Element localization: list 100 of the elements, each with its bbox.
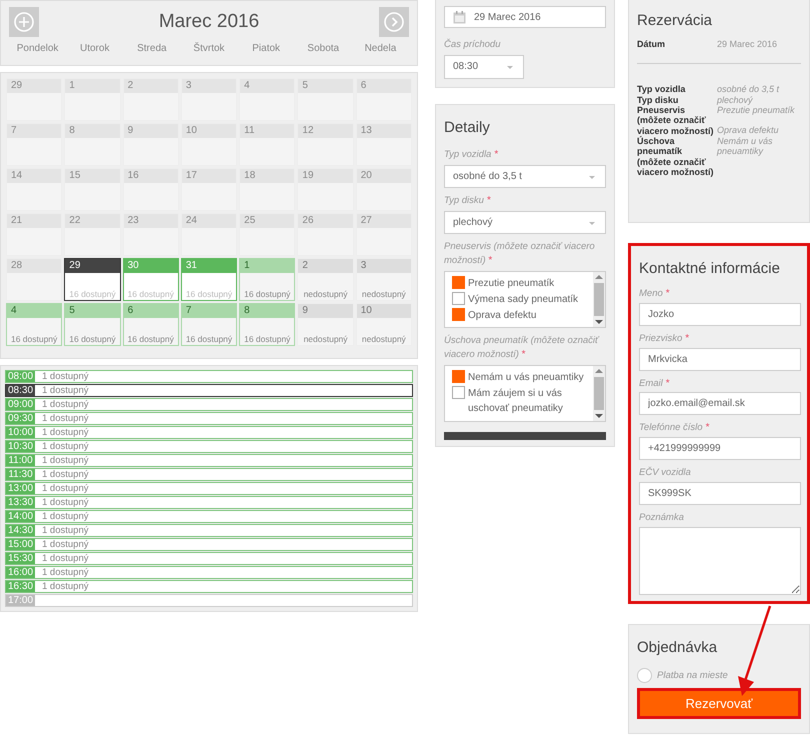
time-slot[interactable]: 17:00: [5, 594, 413, 607]
option-label: Nemám u vás pneuamtiky: [468, 371, 584, 386]
field-label: Email: [639, 376, 663, 390]
radio-button[interactable]: [637, 668, 652, 683]
field-label: Typ vozidla: [444, 148, 492, 162]
calendar-day[interactable]: 6 16 dostupný: [122, 303, 179, 346]
calendar-day[interactable]: 18: [239, 168, 296, 211]
time-slot[interactable]: 10:30 1 dostupný: [5, 440, 413, 453]
summary-label: Typ disku: [637, 94, 680, 106]
time-slot[interactable]: 11:30 1 dostupný: [5, 468, 413, 481]
field-label: EČV vozidla: [639, 466, 691, 480]
calendar-day[interactable]: 12: [297, 123, 354, 166]
text-field[interactable]: jozko.email@email.sk: [639, 392, 801, 416]
calendar-day[interactable]: 4 16 dostupný: [6, 303, 62, 346]
calendar-day[interactable]: 6: [356, 78, 412, 121]
summary-label: Typ vozidla: [637, 84, 686, 95]
calendar-day[interactable]: 1 16 dostupný: [239, 258, 296, 301]
dropdown-field[interactable]: osobné do 3,5 t: [444, 164, 606, 188]
time-slot[interactable]: 08:30 1 dostupný: [5, 384, 413, 397]
weekday-label: Piatok: [251, 43, 282, 54]
previous-month-button[interactable]: [9, 7, 39, 37]
calendar-day[interactable]: 17: [180, 168, 238, 211]
next-month-button[interactable]: [379, 7, 409, 37]
option-label: Výmena sady pneumatík: [468, 293, 578, 308]
checkbox[interactable]: [452, 386, 465, 400]
calendar-day[interactable]: 2: [122, 78, 179, 121]
calendar-day[interactable]: 8 16 dostupný: [239, 303, 296, 346]
scrollbar[interactable]: [593, 366, 605, 421]
calendar-day[interactable]: 30 16 dostupný: [122, 258, 179, 301]
text-field[interactable]: +421999999999: [639, 437, 801, 460]
weekday-label: Nedela: [364, 43, 398, 54]
calendar-day[interactable]: 13: [356, 123, 412, 166]
weekday-label: Sobota: [306, 43, 340, 54]
calendar-day[interactable]: 5 16 dostupný: [64, 303, 121, 346]
calendar-day[interactable]: 10 nedostupný: [356, 303, 412, 346]
calendar-day[interactable]: 14: [6, 168, 62, 211]
panel-title: Kontaktné informácie: [639, 260, 781, 277]
checkbox[interactable]: [452, 292, 465, 306]
checkbox[interactable]: [452, 308, 465, 322]
calendar-day[interactable]: 1: [64, 78, 121, 121]
calendar-day[interactable]: 21: [6, 213, 62, 256]
note-field[interactable]: [639, 526, 801, 595]
field-label: Pneuservis (môžete označiť viacero možností) *: [444, 240, 596, 268]
time-slot[interactable]: 13:30 1 dostupný: [5, 496, 413, 509]
text-field[interactable]: Mrkvicka: [639, 348, 801, 371]
time-slot[interactable]: 08:00 1 dostupný: [5, 370, 413, 383]
time-slot[interactable]: 09:30 1 dostupný: [5, 412, 413, 425]
calendar-day[interactable]: 3: [180, 78, 238, 121]
required-mark: *: [494, 148, 498, 160]
time-slot[interactable]: 14:00 1 dostupný: [5, 510, 413, 523]
checkbox[interactable]: [452, 370, 465, 384]
time-select[interactable]: 08:30: [444, 54, 524, 79]
calendar-day[interactable]: 3 nedostupný: [356, 258, 412, 301]
calendar-day[interactable]: 26: [297, 213, 354, 256]
required-mark: *: [706, 422, 710, 434]
calendar-day[interactable]: 16: [122, 168, 179, 211]
field-label: Poznámka: [639, 510, 684, 525]
summary-value: plechový: [717, 94, 753, 106]
text-field[interactable]: SK999SK: [639, 482, 801, 505]
calendar-day[interactable]: 7 16 dostupný: [180, 303, 238, 346]
time-slot[interactable]: 13:00 1 dostupný: [5, 482, 413, 495]
text-field[interactable]: Jozko: [639, 302, 801, 326]
time-slot[interactable]: 14:30 1 dostupný: [5, 524, 413, 537]
time-slot[interactable]: 10:00 1 dostupný: [5, 426, 413, 439]
time-slot[interactable]: 15:00 1 dostupný: [5, 538, 413, 551]
calendar-day[interactable]: 9: [122, 123, 179, 166]
calendar-day[interactable]: 19: [297, 168, 354, 211]
calendar-day[interactable]: 15: [64, 168, 121, 211]
calendar-day[interactable]: 10: [180, 123, 238, 166]
calendar-day[interactable]: 22: [64, 213, 121, 256]
calendar-day[interactable]: 23: [122, 213, 179, 256]
calendar-day[interactable]: 31 16 dostupný: [180, 258, 238, 301]
option-label: Mám záujem si u vás uschovať pneumatiky: [468, 387, 564, 416]
weekday-label: Streda: [136, 43, 168, 54]
calendar-day[interactable]: 2 nedostupný: [297, 258, 354, 301]
time-slot[interactable]: 11:00 1 dostupný: [5, 454, 413, 467]
calendar-day[interactable]: 5: [297, 78, 354, 121]
scrollbar[interactable]: [593, 272, 605, 328]
calendar-day[interactable]: 29 16 dostupný: [64, 258, 121, 301]
calendar-day[interactable]: 8: [64, 123, 121, 166]
time-slot[interactable]: 16:30 1 dostupný: [5, 580, 413, 593]
calendar-day[interactable]: 27: [356, 213, 412, 256]
time-slot[interactable]: 15:30 1 dostupný: [5, 552, 413, 565]
calendar-day[interactable]: 20: [356, 168, 412, 211]
reserve-button[interactable]: Rezervovať: [637, 688, 801, 719]
calendar-day[interactable]: 4: [239, 78, 296, 121]
time-slot[interactable]: 16:00 1 dostupný: [5, 566, 413, 579]
calendar-day[interactable]: 28: [6, 258, 62, 301]
time-slot[interactable]: 09:00 1 dostupný: [5, 398, 413, 411]
dropdown-field[interactable]: plechový: [444, 210, 606, 234]
calendar-day[interactable]: 24: [180, 213, 238, 256]
calendar-day[interactable]: 11: [239, 123, 296, 166]
checkbox[interactable]: [452, 276, 465, 290]
calendar-day[interactable]: 7: [6, 123, 62, 166]
calendar-day[interactable]: 9 nedostupný: [297, 303, 354, 346]
date-field[interactable]: 29 Marec 2016: [444, 6, 606, 28]
calendar-day[interactable]: 29: [6, 78, 62, 121]
summary-value: 29 Marec 2016: [717, 39, 778, 50]
calendar-day[interactable]: 25: [239, 213, 296, 256]
calendar-icon: [453, 10, 466, 24]
